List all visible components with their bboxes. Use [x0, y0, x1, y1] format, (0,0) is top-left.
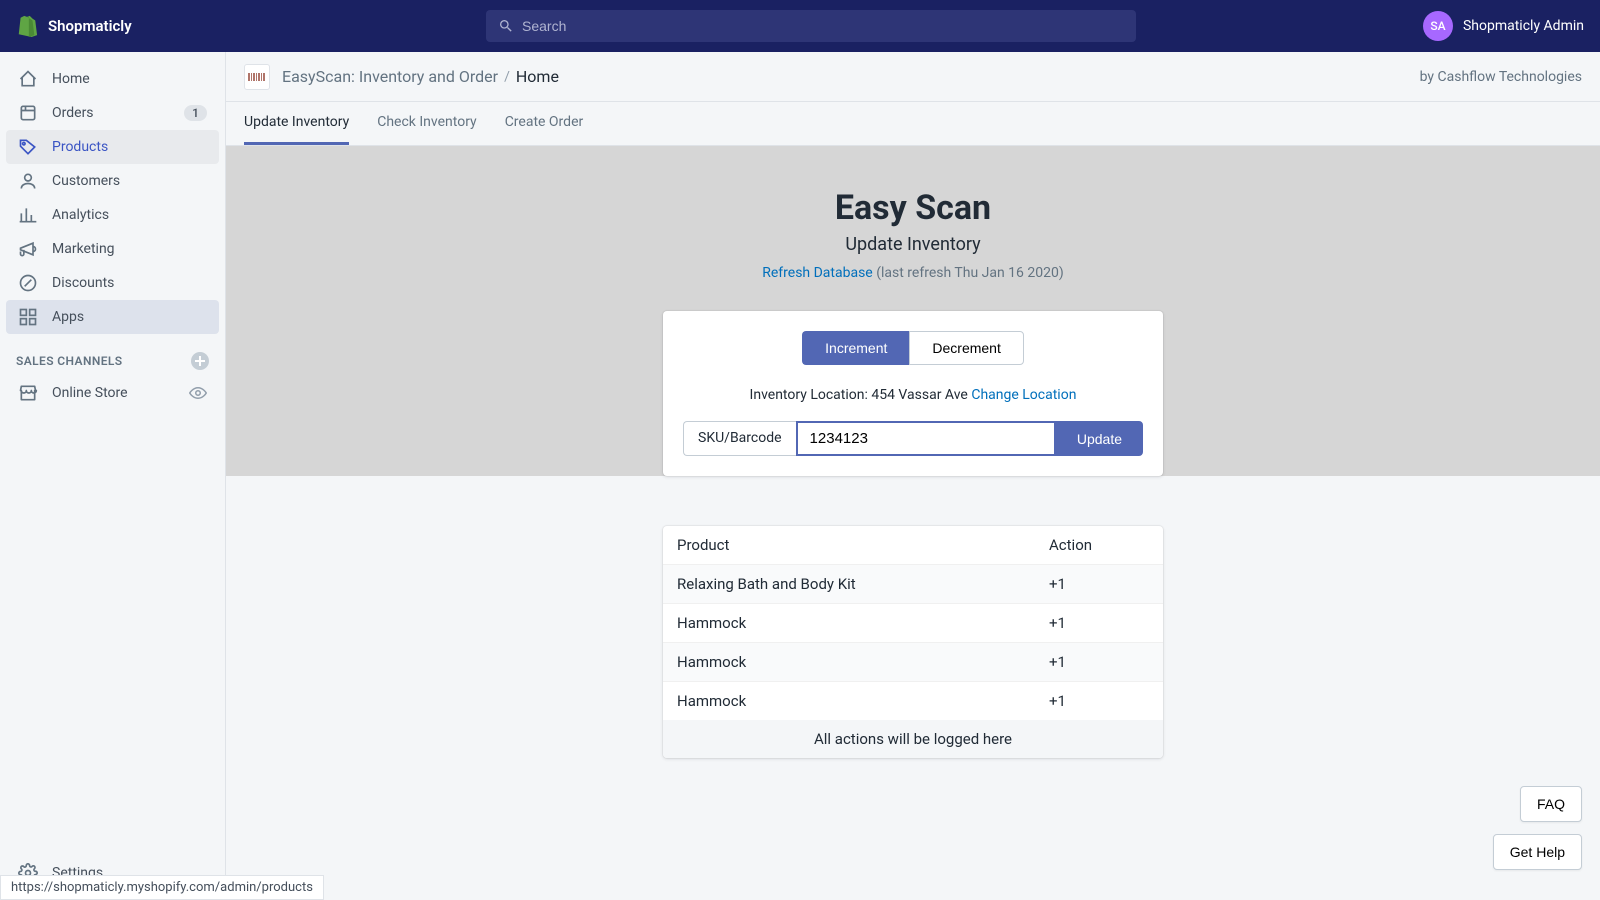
refresh-line: Refresh Database (last refresh Thu Jan 1… [226, 265, 1600, 281]
scan-card: Increment Decrement Inventory Location: … [663, 311, 1163, 476]
search-wrap [486, 10, 1136, 42]
increment-button[interactable]: Increment [802, 331, 909, 365]
discount-icon [18, 273, 38, 293]
increment-decrement-toggle: Increment Decrement [683, 331, 1143, 365]
sales-channels-label: SALES CHANNELS [16, 354, 123, 368]
topbar: Shopmaticly SA Shopmaticly Admin [0, 0, 1600, 52]
person-icon [18, 171, 38, 191]
search-icon [498, 18, 514, 34]
inventory-location: Inventory Location: 454 Vassar Ave Chang… [683, 387, 1143, 403]
location-value: 454 Vassar Ave [871, 387, 971, 403]
sidebar-item-marketing[interactable]: Marketing [6, 232, 219, 266]
col-action: Action [1049, 536, 1149, 554]
sku-label: SKU/Barcode [683, 421, 796, 456]
sidebar-item-discounts[interactable]: Discounts [6, 266, 219, 300]
apps-icon [18, 307, 38, 327]
sidebar-item-label: Orders [52, 105, 170, 121]
megaphone-icon [18, 239, 38, 259]
tab-update-inventory[interactable]: Update Inventory [244, 102, 349, 145]
app-thumb-icon [244, 64, 270, 90]
cell-product: Hammock [677, 614, 1049, 632]
refresh-meta: (last refresh Thu Jan 16 2020) [876, 265, 1064, 281]
col-product: Product [677, 536, 1049, 554]
sidebar-item-label: Products [52, 139, 207, 155]
tab-create-order[interactable]: Create Order [505, 102, 584, 145]
table-row: Hammock+1 [663, 603, 1163, 642]
change-location-link[interactable]: Change Location [971, 387, 1076, 403]
brand-name: Shopmaticly [48, 17, 132, 35]
action-log-card: Product Action Relaxing Bath and Body Ki… [663, 526, 1163, 758]
cell-action: +1 [1049, 614, 1149, 632]
home-icon [18, 69, 38, 89]
table-row: Relaxing Bath and Body Kit+1 [663, 564, 1163, 603]
sidebar-item-label: Home [52, 71, 207, 87]
crumb-separator: / [504, 69, 510, 85]
crumb-page: Home [516, 67, 559, 86]
sku-input[interactable] [796, 421, 1056, 456]
cell-product: Relaxing Bath and Body Kit [677, 575, 1049, 593]
page-title: Easy Scan [226, 188, 1600, 228]
shopify-logo-icon [16, 14, 38, 38]
sidebar-item-label: Analytics [52, 207, 207, 223]
sidebar-item-label: Customers [52, 173, 207, 189]
help-buttons: FAQ Get Help [1493, 786, 1582, 870]
avatar: SA [1423, 11, 1453, 41]
nav-badge: 1 [184, 105, 207, 121]
brand[interactable]: Shopmaticly [16, 14, 226, 38]
table-footer: All actions will be logged here [663, 720, 1163, 758]
tab-check-inventory[interactable]: Check Inventory [377, 102, 476, 145]
sales-channels-header: SALES CHANNELS [0, 334, 225, 376]
orders-icon [18, 103, 38, 123]
sidebar-item-orders[interactable]: Orders 1 [6, 96, 219, 130]
sidebar-item-label: Discounts [52, 275, 207, 291]
get-help-button[interactable]: Get Help [1493, 834, 1582, 870]
sidebar-item-customers[interactable]: Customers [6, 164, 219, 198]
sku-input-row: SKU/Barcode Update [683, 421, 1143, 456]
add-channel-button[interactable] [191, 352, 209, 370]
cell-action: +1 [1049, 575, 1149, 593]
cell-action: +1 [1049, 692, 1149, 710]
hero-area: Easy Scan Update Inventory Refresh Datab… [226, 146, 1600, 476]
location-label: Inventory Location: [750, 387, 872, 403]
update-button[interactable]: Update [1056, 421, 1143, 456]
cell-product: Hammock [677, 653, 1049, 671]
search-input[interactable] [522, 18, 1124, 34]
sidebar-item-apps[interactable]: Apps [6, 300, 219, 334]
search-box[interactable] [486, 10, 1136, 42]
sidebar-item-label: Marketing [52, 241, 207, 257]
crumb-app[interactable]: EasyScan: Inventory and Order [282, 67, 498, 86]
tabs: Update Inventory Check Inventory Create Or… [226, 102, 1600, 146]
table-row: Hammock+1 [663, 642, 1163, 681]
main: EasyScan: Inventory and Order / Home by … [226, 52, 1600, 900]
page-subtitle: Update Inventory [226, 234, 1600, 255]
crumb-byline: by Cashflow Technologies [1420, 69, 1582, 85]
decrement-button[interactable]: Decrement [909, 331, 1023, 365]
table-header: Product Action [663, 526, 1163, 564]
sidebar-item-analytics[interactable]: Analytics [6, 198, 219, 232]
eye-icon[interactable] [189, 384, 207, 402]
cell-product: Hammock [677, 692, 1049, 710]
status-url: https://shopmaticly.myshopify.com/admin/… [0, 875, 324, 900]
table-row: Hammock+1 [663, 681, 1163, 720]
admin-name: Shopmaticly Admin [1463, 18, 1584, 34]
channel-label: Online Store [52, 385, 175, 401]
sidebar: Home Orders 1 Products Customers Analytics Mar… [0, 52, 226, 900]
bars-icon [18, 205, 38, 225]
store-icon [18, 383, 38, 403]
cell-action: +1 [1049, 653, 1149, 671]
faq-button[interactable]: FAQ [1520, 786, 1582, 822]
breadcrumb: EasyScan: Inventory and Order / Home by … [226, 52, 1600, 102]
channel-item-online-store[interactable]: Online Store [6, 376, 219, 410]
sidebar-item-label: Apps [52, 309, 207, 325]
tag-icon [18, 137, 38, 157]
sidebar-item-home[interactable]: Home [6, 62, 219, 96]
sidebar-item-products[interactable]: Products [6, 130, 219, 164]
account-menu[interactable]: SA Shopmaticly Admin [1423, 11, 1584, 41]
refresh-database-link[interactable]: Refresh Database [762, 265, 873, 281]
